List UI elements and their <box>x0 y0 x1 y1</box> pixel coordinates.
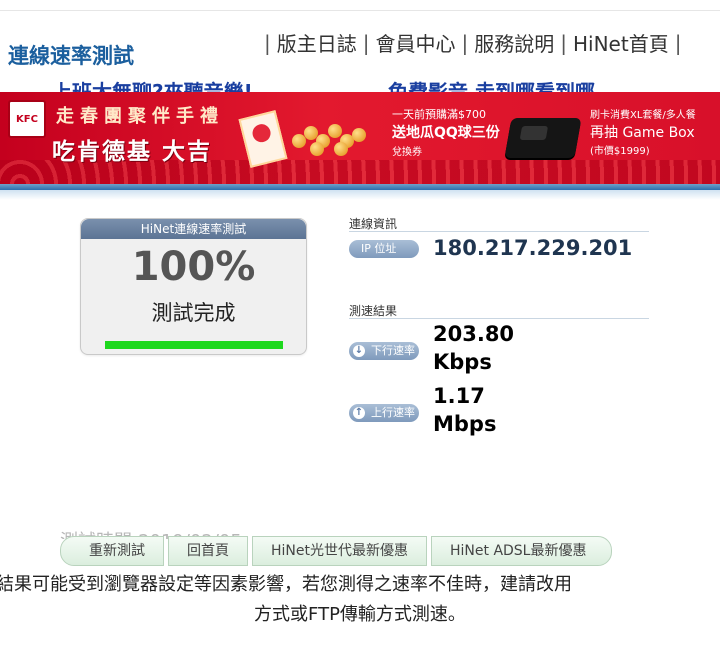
download-arrow-icon: ↓ <box>353 345 365 357</box>
nav-hinet-home[interactable]: HiNet首頁 <box>573 28 669 57</box>
promo1-line1: 一天前預購滿$700 <box>392 108 486 121</box>
retest-button[interactable]: 重新測試 <box>60 536 164 566</box>
ip-address: 180.217.229.201 <box>433 236 633 260</box>
promo1-line3: 兌換券 <box>392 147 422 158</box>
connection-info-label: 連線資訊 <box>349 217 398 231</box>
progress-status: 測試完成 <box>151 301 236 325</box>
nav-service-info[interactable]: 服務說明 <box>474 28 554 57</box>
kfc-logo: KFC <box>8 100 46 138</box>
ip-label-badge: IP 位址 <box>349 240 419 258</box>
download-speed: 203.80 Kbps <box>433 320 514 376</box>
progress-title: HiNet連線速率測試 <box>81 219 306 239</box>
top-nav: | 版主日誌 | 會員中心 | 服務說明 | HiNet首頁 | <box>258 28 687 57</box>
adsl-offer-button[interactable]: HiNet ADSL最新優惠 <box>431 536 612 566</box>
promo2-line1: 刷卡消費XL套餐/多人餐 <box>590 110 696 121</box>
upload-label-badge: ↑ 上行速率 <box>349 404 419 422</box>
top-divider <box>0 10 720 11</box>
disclaimer-line2: 方式或FTP傳輸方式測速。 <box>254 604 466 625</box>
upload-speed: 1.17 Mbps <box>433 382 496 438</box>
action-button-bar: 重新測試 回首頁 HiNet光世代最新優惠 HiNet ADSL最新優惠 <box>60 536 612 566</box>
ad-banner[interactable]: KFC 走春團聚伴手禮 吃肯德基 大吉 一天前預購滿$700 送地瓜QQ球三份 … <box>0 92 720 184</box>
nav-admin-log[interactable]: 版主日誌 <box>277 28 357 57</box>
upload-speed-unit: Mbps <box>433 412 497 436</box>
progress-bar <box>105 341 283 349</box>
download-speed-unit: Kbps <box>433 350 492 374</box>
progress-panel: HiNet連線速率測試 100% 測試完成 <box>80 218 307 355</box>
sweet-potato-balls-image <box>292 120 372 160</box>
nav-member-center[interactable]: 會員中心 <box>376 28 456 57</box>
promo2-line2: 再抽 Game Box <box>590 125 695 141</box>
promo2-line3: (市價$1999) <box>590 146 650 157</box>
banner-slogan: 吃肯德基 大吉 <box>52 139 213 165</box>
results-label: 測速結果 <box>349 304 398 318</box>
marquee[interactable]: 上班太無聊?來聽音樂! 免費影音 走到哪看到哪 <box>0 74 720 94</box>
upload-arrow-icon: ↑ <box>353 407 365 419</box>
download-label-badge: ↓ 下行速率 <box>349 342 419 360</box>
progress-percent: 100% <box>131 244 256 290</box>
disclaimer-line1: 結果可能受到瀏覽器設定等因素影響，若您測得之速率不佳時，建請改用 <box>0 574 572 595</box>
game-box-image <box>504 118 582 158</box>
fiber-offer-button[interactable]: HiNet光世代最新優惠 <box>252 536 427 566</box>
banner-headline: 走春團聚伴手禮 <box>56 106 224 127</box>
site-title: 連線速率測試 <box>8 44 134 68</box>
upload-speed-value: 1.17 <box>433 384 485 408</box>
progress-bar-fill <box>105 341 283 349</box>
promo1-line2: 送地瓜QQ球三份 <box>392 125 500 141</box>
home-button[interactable]: 回首頁 <box>168 536 248 566</box>
download-speed-value: 203.80 <box>433 322 515 346</box>
